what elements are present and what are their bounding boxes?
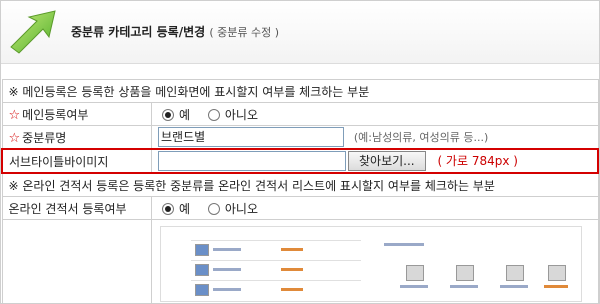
form-frame: 중분류 카테고리 등록/변경 ( 중분류 수정 ) ※ 메인등록은 등록한 상품… (0, 0, 600, 304)
page-header: 중분류 카테고리 등록/변경 ( 중분류 수정 ) (1, 1, 599, 64)
page-title: 중분류 카테고리 등록/변경 ( 중분류 수정 ) (71, 23, 279, 40)
green-arrow-icon (10, 10, 56, 54)
radio-main-yes[interactable] (162, 109, 174, 121)
subtitle-image-file-input[interactable] (158, 151, 346, 171)
row-main-register: ☆ 메인등록여부 예 아니오 (1, 102, 599, 126)
row-preview (1, 219, 599, 303)
preview-cell (151, 219, 599, 303)
preview-list-thumbnail (191, 232, 361, 298)
notice-row-online: ※ 온라인 견적서 등록은 등록한 중분류를 온라인 견적서 리스트에 표시할지… (1, 172, 599, 197)
radio-main-no-label[interactable]: 아니오 (225, 108, 258, 122)
radio-main-yes-label[interactable]: 예 (179, 108, 190, 122)
required-star-icon: ☆ (8, 130, 21, 146)
label-main-register: ☆ 메인등록여부 (1, 102, 152, 126)
label-subcategory-name: ☆ 중분류명 (1, 125, 152, 150)
row-subtitle-image: 서브타이틀바이미지 찾아보기... ( 가로 784px ) (1, 148, 599, 174)
notice-row-main: ※ 메인등록은 등록한 상품을 메인화면에 표시할지 여부를 체크하는 부분 (1, 79, 599, 103)
label-main-register-text: 메인등록여부 (22, 107, 89, 122)
field-subtitle-image: 찾아보기... ( 가로 784px ) (151, 148, 599, 174)
radio-online-no[interactable] (207, 203, 220, 215)
notice-main-display: ※ 메인등록은 등록한 상품을 메인화면에 표시할지 여부를 체크하는 부분 (1, 79, 599, 103)
row-online-quote: 온라인 견적서 등록여부 예 아니오 (1, 196, 599, 220)
required-star-icon: ☆ (8, 107, 21, 123)
field-online-quote: 예 아니오 (151, 196, 599, 220)
category-form: ※ 메인등록은 등록한 상품을 메인화면에 표시할지 여부를 체크하는 부분 ☆… (1, 79, 599, 303)
page-title-text: 중분류 카테고리 등록/변경 (71, 25, 206, 39)
radio-main-no[interactable] (207, 109, 220, 121)
label-preview-empty (1, 219, 152, 303)
image-size-hint: ( 가로 784px ) (437, 153, 518, 168)
subcategory-name-hint: (예:남성의류, 여성의류 등...) (353, 130, 489, 144)
label-subtitle-image: 서브타이틀바이미지 (1, 148, 152, 174)
radio-online-yes-label[interactable]: 예 (179, 202, 190, 216)
row-subcategory-name: ☆ 중분류명 브랜드별 (예:남성의류, 여성의류 등...) (1, 125, 599, 150)
preview-image (160, 226, 582, 302)
radio-online-no-label[interactable]: 아니오 (225, 202, 258, 216)
browse-button[interactable]: 찾아보기... (348, 151, 426, 171)
notice-online-quote: ※ 온라인 견적서 등록은 등록한 중분류를 온라인 견적서 리스트에 표시할지… (1, 172, 599, 197)
subcategory-name-input[interactable]: 브랜드별 (158, 127, 344, 147)
preview-grid-thumbnail (376, 237, 576, 297)
label-subcategory-name-text: 중분류명 (22, 130, 67, 145)
page-subtitle: ( 중분류 수정 ) (209, 26, 280, 39)
field-main-register: 예 아니오 (151, 102, 599, 126)
form-table: ※ 메인등록은 등록한 상품을 메인화면에 표시할지 여부를 체크하는 부분 ☆… (1, 79, 599, 303)
radio-online-yes[interactable] (162, 203, 174, 215)
field-subcategory-name: 브랜드별 (예:남성의류, 여성의류 등...) (151, 125, 599, 150)
label-online-quote: 온라인 견적서 등록여부 (1, 196, 152, 220)
